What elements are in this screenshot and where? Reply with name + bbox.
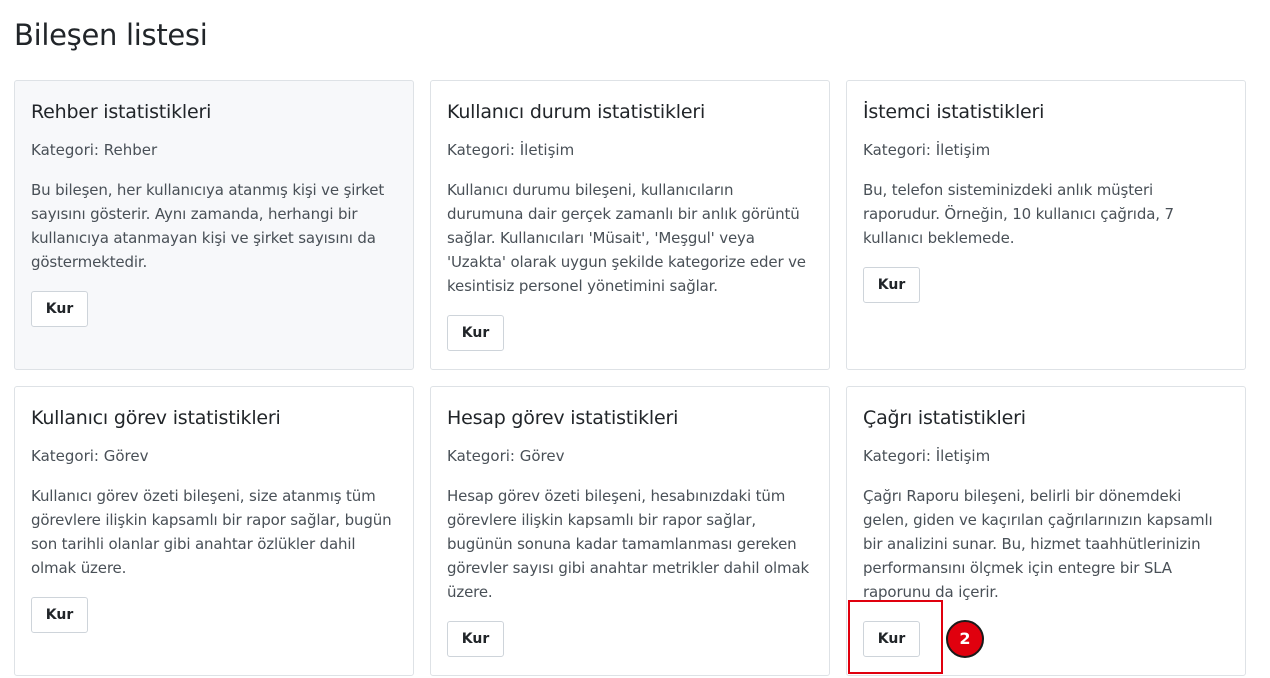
install-button[interactable]: Kur [447,315,504,351]
card-title: Rehber istatistikleri [31,101,212,123]
page-title: Bileşen listesi [14,18,208,52]
card-title: Çağrı istatistikleri [863,407,1026,429]
card-description: Çağrı Raporu bileşeni, belirli bir dönem… [863,487,1213,601]
widget-card-hesap-gorev-istatistikleri: Hesap görev istatistikleri Kategori: Gör… [430,386,830,676]
widget-grid: Rehber istatistikleri Kategori: Rehber B… [14,80,1246,678]
widget-card-kullanici-gorev-istatistikleri: Kullanıcı görev istatistikleri Kategori:… [14,386,414,676]
step-badge: 2 [946,620,984,658]
widget-card-istemci-istatistikleri: İstemci istatistikleri Kategori: İletişi… [846,80,1246,370]
card-category: Kategori: Görev [447,447,565,465]
card-description: Bu, telefon sisteminizdeki anlık müşteri… [863,181,1174,247]
card-category: Kategori: Rehber [31,141,158,159]
install-button[interactable]: Kur [863,267,920,303]
card-title: Kullanıcı durum istatistikleri [447,101,706,123]
install-button[interactable]: Kur [31,597,88,633]
card-category: Kategori: İletişim [863,141,991,159]
widget-card-cagri-istatistikleri: Çağrı istatistikleri Kategori: İletişim … [846,386,1246,676]
card-title: Hesap görev istatistikleri [447,407,679,429]
card-category: Kategori: İletişim [863,447,991,465]
card-description: Kullanıcı görev özeti bileşeni, size ata… [31,487,392,577]
install-button[interactable]: Kur [447,621,504,657]
card-description: Hesap görev özeti bileşeni, hesabınızdak… [447,487,810,601]
card-category: Kategori: Görev [31,447,149,465]
widget-card-rehber-istatistikleri: Rehber istatistikleri Kategori: Rehber B… [14,80,414,370]
card-title: Kullanıcı görev istatistikleri [31,407,281,429]
card-title: İstemci istatistikleri [863,101,1045,123]
widget-card-kullanici-durum-istatistikleri: Kullanıcı durum istatistikleri Kategori:… [430,80,830,370]
card-category: Kategori: İletişim [447,141,575,159]
install-button[interactable]: Kur [31,291,88,327]
card-description: Kullanıcı durumu bileşeni, kullanıcıları… [447,181,806,295]
card-description: Bu bileşen, her kullanıcıya atanmış kişi… [31,181,385,271]
install-button[interactable]: Kur [863,621,920,657]
